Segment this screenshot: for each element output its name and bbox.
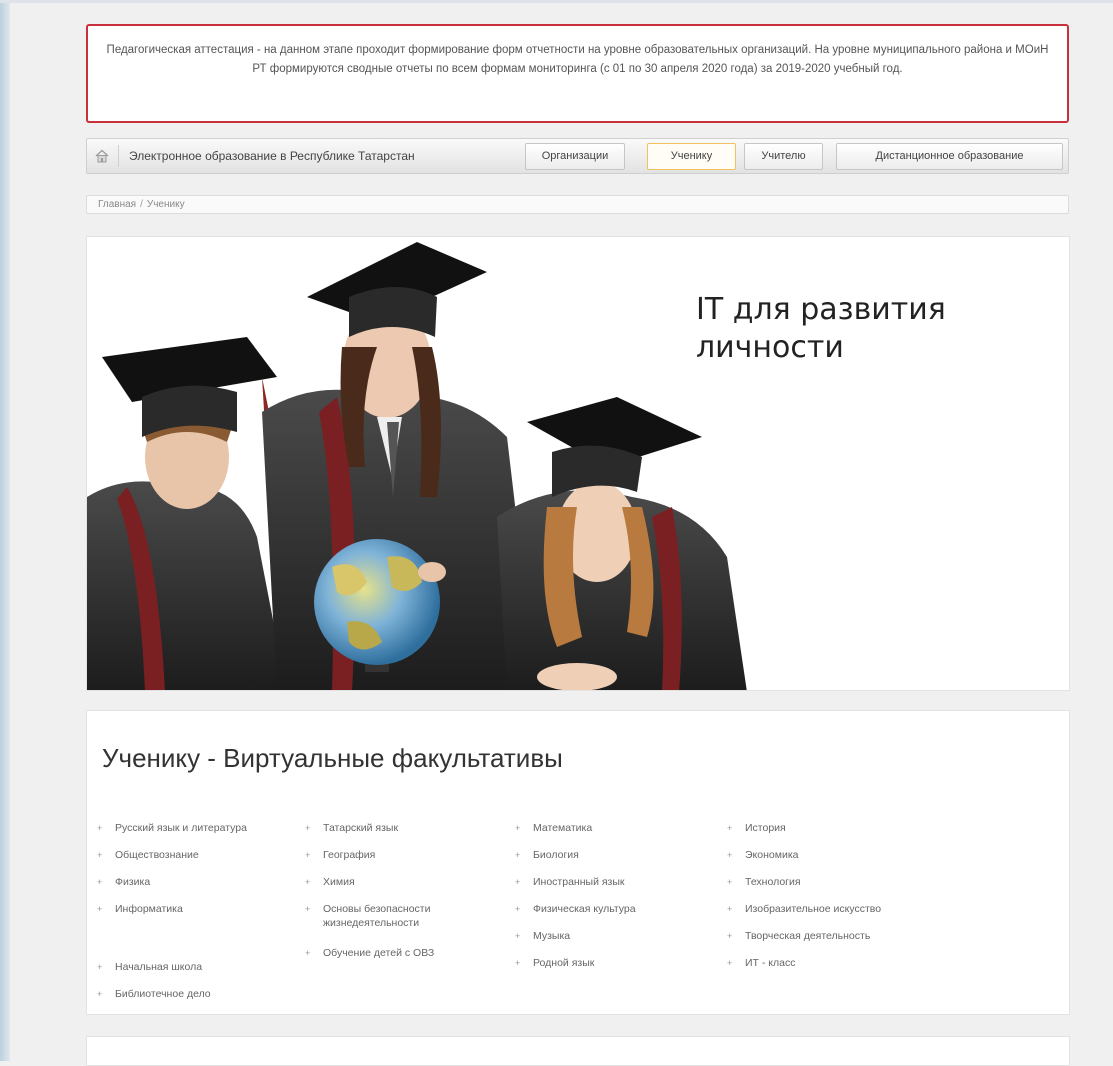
- hero-banner: IT для развития личности: [86, 236, 1070, 691]
- breadcrumb-current: Ученику: [146, 199, 185, 210]
- top-navbar: Электронное образование в Республике Тат…: [86, 138, 1069, 174]
- subject-link[interactable]: Библиотечное дело: [97, 987, 295, 1001]
- subject-link[interactable]: Изобразительное искусство: [727, 902, 945, 916]
- left-edge-strip: [0, 0, 10, 1061]
- nav-tab-organizations[interactable]: Организации: [525, 143, 625, 170]
- subject-link[interactable]: Татарский язык: [305, 821, 493, 835]
- subject-link[interactable]: Музыка: [515, 929, 713, 943]
- subject-link[interactable]: География: [305, 848, 493, 862]
- panel-title: Ученику - Виртуальные факультативы: [102, 743, 563, 773]
- subject-link[interactable]: ИТ - класс: [727, 956, 945, 970]
- subject-link[interactable]: Экономика: [727, 848, 945, 862]
- breadcrumb: Главная / Ученику: [86, 195, 1069, 214]
- subject-link[interactable]: Творческая деятельность: [727, 929, 945, 943]
- subjects-column-4: История Экономика Технология Изобразител…: [727, 821, 945, 970]
- nav-tab-student[interactable]: Ученику: [647, 143, 736, 170]
- subjects-column-3: Математика Биология Иностранный язык Физ…: [515, 821, 713, 970]
- top-border: [0, 0, 1113, 3]
- subject-link[interactable]: Родной язык: [515, 956, 713, 970]
- breadcrumb-separator: /: [140, 199, 143, 210]
- subject-link[interactable]: Иностранный язык: [515, 875, 713, 889]
- subject-link[interactable]: Обществознание: [97, 848, 295, 862]
- next-section-panel: [86, 1036, 1070, 1066]
- banner-title: IT для развития личности: [696, 292, 946, 365]
- students-with-globe-photo: [87, 242, 747, 690]
- nav-tab-teacher[interactable]: Учителю: [744, 143, 823, 170]
- home-icon[interactable]: [94, 148, 110, 164]
- breadcrumb-home[interactable]: Главная: [98, 199, 136, 210]
- announcement-text: Педагогическая аттестация - на данном эт…: [106, 44, 1049, 75]
- subject-link[interactable]: Математика: [515, 821, 713, 835]
- subject-link[interactable]: Физика: [97, 875, 295, 889]
- subject-link[interactable]: Обучение детей с ОВЗ: [305, 946, 493, 960]
- subject-link[interactable]: Основы безопасности жизнедеятельности: [305, 902, 473, 930]
- nav-tab-distance-education[interactable]: Дистанционное образование: [836, 143, 1063, 170]
- subject-link[interactable]: История: [727, 821, 945, 835]
- site-brand[interactable]: Электронное образование в Республике Тат…: [129, 139, 415, 173]
- subject-link[interactable]: Начальная школа: [97, 960, 295, 974]
- announcement-alert: Педагогическая аттестация - на данном эт…: [86, 24, 1069, 123]
- subject-link[interactable]: Технология: [727, 875, 945, 889]
- subjects-column-2: Татарский язык География Химия Основы бе…: [305, 821, 493, 960]
- subject-link[interactable]: Физическая культура: [515, 902, 713, 916]
- subject-link[interactable]: Информатика: [97, 902, 295, 916]
- navbar-divider: [118, 145, 119, 167]
- subject-link[interactable]: Русский язык и литература: [97, 821, 295, 835]
- subject-link[interactable]: Химия: [305, 875, 493, 889]
- subjects-column-1: Русский язык и литература Обществознание…: [97, 821, 295, 1001]
- subject-link[interactable]: Биология: [515, 848, 713, 862]
- virtual-electives-panel: Ученику - Виртуальные факультативы Русск…: [86, 710, 1070, 1015]
